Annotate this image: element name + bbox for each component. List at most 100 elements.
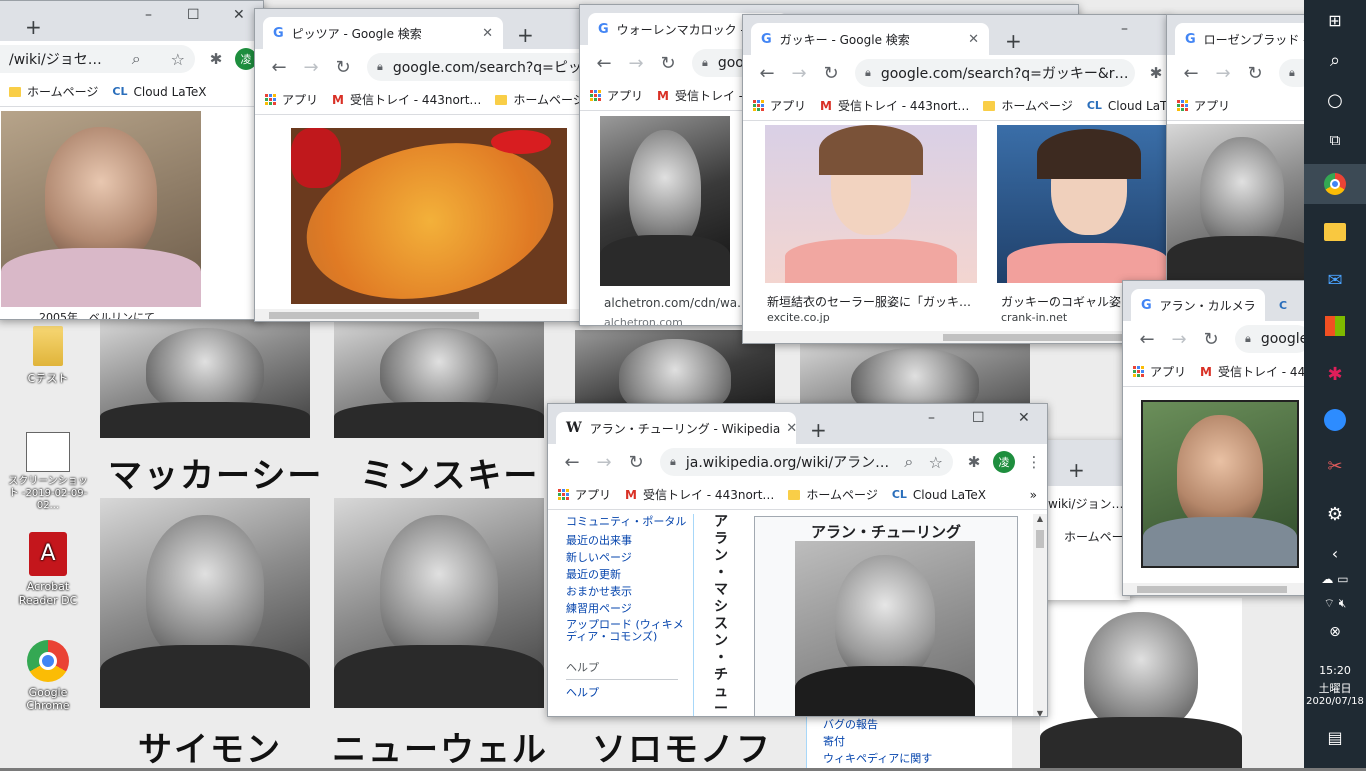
bookmark-apps[interactable]: アプリ [753,97,806,114]
extensions-icon[interactable]: ✱ [961,453,987,471]
clock-time[interactable]: 15:20 [1304,664,1366,677]
tab-pizza[interactable]: G ピッツア - Google 検索 ✕ [263,17,503,49]
vertical-scrollbar[interactable]: ▲ ▼ [1033,514,1047,716]
bookmark-star-icon[interactable]: ☆ [163,50,185,69]
desktop-icon-folder[interactable]: Cテスト [8,326,88,386]
forward-icon[interactable]: → [1207,63,1239,84]
settings-gear-icon[interactable]: ⚙ [1304,494,1366,534]
bookmark-homepage[interactable]: ホームページ [788,486,878,503]
back-icon[interactable]: ← [263,57,295,78]
slack-icon[interactable]: ✱ [1304,354,1366,394]
new-tab-button[interactable]: + [517,23,534,47]
bookmark-gmail[interactable]: M 受信トレイ - 443 [1200,363,1311,380]
task-view-icon[interactable]: ⧉ [1304,120,1366,160]
volume-muted-icon[interactable]: 🔇︎ [1339,596,1347,610]
reload-icon[interactable]: ↻ [1195,329,1227,350]
address-bar[interactable]: 🔒︎google.com/search?q=ガッキー&r…☆ [855,59,1135,87]
tray-expand-icon[interactable]: ‹ [1304,544,1366,563]
close-tab-icon[interactable]: ✕ [962,32,979,47]
zoom-icon[interactable] [1304,400,1366,440]
cortana-icon[interactable]: ○ [1304,80,1366,120]
address-bar[interactable]: /wiki/ジョセ… ⌕ ☆ [0,45,195,73]
taskbar-chrome-icon[interactable] [1304,164,1366,204]
minimize-button[interactable]: – [928,410,935,426]
battery-icon[interactable]: ▭ [1337,572,1348,586]
address-bar[interactable]: 🔒︎ ja.wikipedia.org/wiki/アラン… ⌕ ☆ [660,448,953,476]
forward-icon[interactable]: → [783,63,815,84]
bookmark-apps[interactable]: アプリ [265,91,318,108]
desktop-icon-screenshot[interactable]: スクリーンショット -2019-02-09-02... [8,432,88,512]
forward-icon[interactable]: → [295,57,327,78]
bookmark-homepage[interactable]: ホームページ [1064,530,1130,544]
sidebar-link-recent-events[interactable]: 最近の出来事 [566,532,693,549]
back-icon[interactable]: ← [751,63,783,84]
search-icon[interactable]: ⌕ [124,49,141,69]
search-icon[interactable]: ⌕ [896,452,913,472]
turing-portrait[interactable] [795,541,975,716]
result-title-1[interactable]: 新垣結衣のセーラー服姿に「ガッキ… [767,293,971,310]
address-bar[interactable]: 🔒︎ google [1235,325,1311,353]
reload-icon[interactable]: ↻ [620,452,652,473]
bookmarks-overflow-icon[interactable]: » [1030,488,1047,502]
sidebar-link-donate[interactable]: 寄付 [823,733,1012,750]
forward-icon[interactable]: → [620,53,652,74]
sidebar-link-upload[interactable]: アップロード (ウィキメディア・コモンズ) [566,619,693,643]
scroll-up-icon[interactable]: ▲ [1033,514,1047,523]
sidebar-link-sandbox[interactable]: 練習用ページ [566,600,693,617]
scroll-thumb[interactable] [1036,530,1044,548]
bookmark-cloud-latex[interactable]: CLCloud LaTeX [1087,99,1169,113]
bookmark-gmail[interactable]: M 受信トレイ - 443nort… [820,97,969,114]
forward-icon[interactable]: → [588,452,620,473]
sidebar-link-recent-changes[interactable]: 最近の更新 [566,566,693,583]
new-tab-button[interactable]: + [1005,29,1022,53]
close-window-button[interactable]: ✕ [1018,410,1030,426]
bookmark-star-icon[interactable]: ☆ [1129,64,1135,83]
address-bar[interactable]: 🔒︎google.com/search?q=ピッツア [367,53,587,81]
result-source[interactable]: alchetron.com/cdn/wa... [604,296,749,310]
tab-turing[interactable]: Wアラン・チューリング - Wikipedia✕ [556,412,796,444]
forward-icon[interactable]: → [1163,329,1195,350]
tray-network-icons[interactable]: ⌔ 🔇︎ [1304,596,1366,611]
sidebar-link-random[interactable]: おまかせ表示 [566,583,693,600]
bookmark-gmail[interactable]: M 受信トレイ - 443nort… [332,91,481,108]
bookmark-apps[interactable]: アプリ [1177,97,1230,114]
reload-icon[interactable]: ↻ [1239,63,1271,84]
close-tab-icon[interactable]: ✕ [476,26,493,41]
avatar[interactable]: 凌 [993,451,1015,473]
reload-icon[interactable]: ↻ [327,57,359,78]
reload-icon[interactable]: ↻ [652,53,684,74]
back-icon[interactable]: ← [556,452,588,473]
result-title-2[interactable]: ガッキーのコギャル姿 [1001,293,1121,310]
bookmark-homepage[interactable]: ホームページ [9,83,98,100]
bookmark-star-icon[interactable]: ☆ [921,453,943,472]
clock-date[interactable]: 2020/07/18 [1304,696,1366,707]
result-image-1[interactable] [765,125,977,283]
tab-rosenblatt[interactable]: Gローゼンブラッド - Go… [1175,23,1315,55]
tray-x-icon[interactable]: ⊗ [1304,624,1366,640]
rosenblatt-image[interactable] [1167,124,1315,283]
mail-icon[interactable]: ✉ [1304,260,1366,300]
alan-kay-image[interactable] [1141,400,1299,568]
tab-alan-kay[interactable]: G アラン・カルメラ [1131,289,1265,321]
bookmark-apps[interactable]: アプリ [558,486,611,503]
extensions-icon[interactable]: ✱ [203,50,229,68]
sidebar-link-new-pages[interactable]: 新しいページ [566,549,693,566]
new-tab-button[interactable]: + [1068,458,1085,482]
tray-status-icons[interactable]: ☁ ▭ [1304,572,1366,586]
close-window-button[interactable]: ✕ [233,7,245,23]
mcculloch-image[interactable] [600,116,730,286]
maximize-button[interactable]: ☐ [187,7,200,23]
back-icon[interactable]: ← [1131,329,1163,350]
close-tab-icon[interactable]: ✕ [780,421,796,436]
notifications-icon[interactable]: ▤ [1304,728,1366,747]
file-explorer-icon[interactable] [1304,212,1366,252]
minimize-button[interactable]: – [145,7,152,23]
wifi-icon[interactable]: ⌔ [1324,596,1335,610]
horizontal-scrollbar[interactable] [255,309,587,321]
bookmark-homepage[interactable]: ホームページ [495,91,585,108]
tab-cloud-latex[interactable]: C [1269,289,1309,321]
pizza-image[interactable] [291,128,567,304]
onedrive-icon[interactable]: ☁ [1321,572,1333,586]
new-tab-button[interactable]: + [25,15,42,39]
tab-gakky[interactable]: G ガッキー - Google 検索 ✕ [751,23,989,55]
